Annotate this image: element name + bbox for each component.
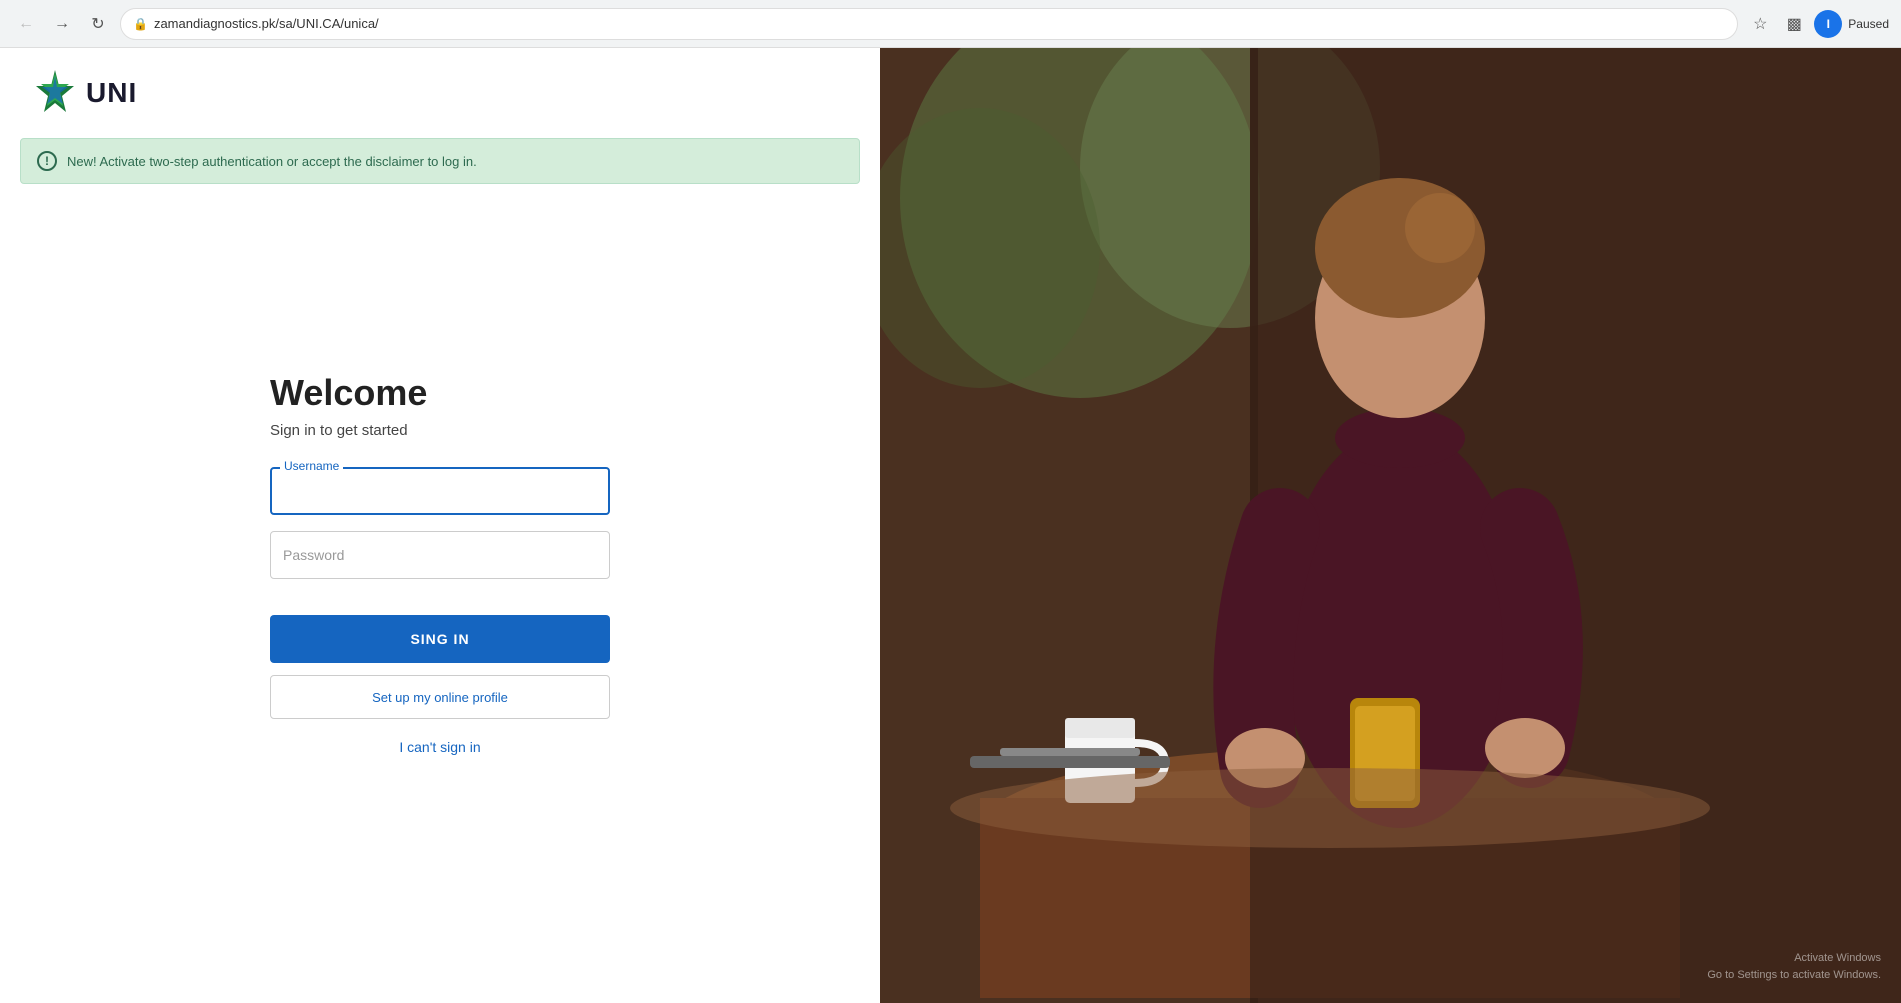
signin-button[interactable]: SING IN xyxy=(270,615,610,663)
right-panel: Activate Windows Go to Settings to activ… xyxy=(880,48,1901,1003)
password-input[interactable] xyxy=(270,531,610,579)
forward-button[interactable]: → xyxy=(48,10,76,38)
browser-actions: ☆ ▩ I Paused xyxy=(1746,10,1889,38)
form-area: Welcome Sign in to get started Username … xyxy=(0,204,880,1003)
logo-icon xyxy=(30,68,80,118)
paused-badge: Paused xyxy=(1848,17,1889,31)
url-text: zamandiagnostics.pk/sa/UNI.CA/unica/ xyxy=(154,16,379,31)
extensions-button[interactable]: ▩ xyxy=(1780,10,1808,38)
reload-button[interactable]: ↻ xyxy=(84,10,112,38)
setup-profile-button[interactable]: Set up my online profile xyxy=(270,675,610,719)
back-button[interactable]: ← xyxy=(12,10,40,38)
username-group: Username xyxy=(270,467,610,515)
bookmark-button[interactable]: ☆ xyxy=(1746,10,1774,38)
welcome-title: Welcome xyxy=(270,372,610,414)
alert-banner: ! New! Activate two-step authentication … xyxy=(20,138,860,184)
address-bar[interactable]: 🔒 zamandiagnostics.pk/sa/UNI.CA/unica/ xyxy=(120,8,1738,40)
header: UNI xyxy=(0,48,880,138)
profile-button[interactable]: I xyxy=(1814,10,1842,38)
password-group xyxy=(270,531,610,579)
photo-background: Activate Windows Go to Settings to activ… xyxy=(880,48,1901,1003)
username-input[interactable] xyxy=(270,467,610,515)
activate-windows-line2: Go to Settings to activate Windows. xyxy=(1707,967,1881,984)
activate-windows-line1: Activate Windows xyxy=(1707,950,1881,967)
logo-text: UNI xyxy=(86,77,137,109)
welcome-subtitle: Sign in to get started xyxy=(270,422,610,439)
info-icon: ! xyxy=(37,151,57,171)
lock-icon: 🔒 xyxy=(133,17,148,31)
username-label: Username xyxy=(280,459,343,473)
activate-windows: Activate Windows Go to Settings to activ… xyxy=(1707,950,1881,983)
cant-signin-link[interactable]: I can't sign in xyxy=(270,739,610,755)
browser-chrome: ← → ↻ 🔒 zamandiagnostics.pk/sa/UNI.CA/un… xyxy=(0,0,1901,48)
logo: UNI xyxy=(30,68,850,118)
paused-label: Paused xyxy=(1848,17,1889,31)
page-container: UNI ! New! Activate two-step authenticat… xyxy=(0,48,1901,1003)
alert-message: New! Activate two-step authentication or… xyxy=(67,154,477,169)
left-panel: UNI ! New! Activate two-step authenticat… xyxy=(0,48,880,1003)
background-scene xyxy=(880,48,1901,1003)
